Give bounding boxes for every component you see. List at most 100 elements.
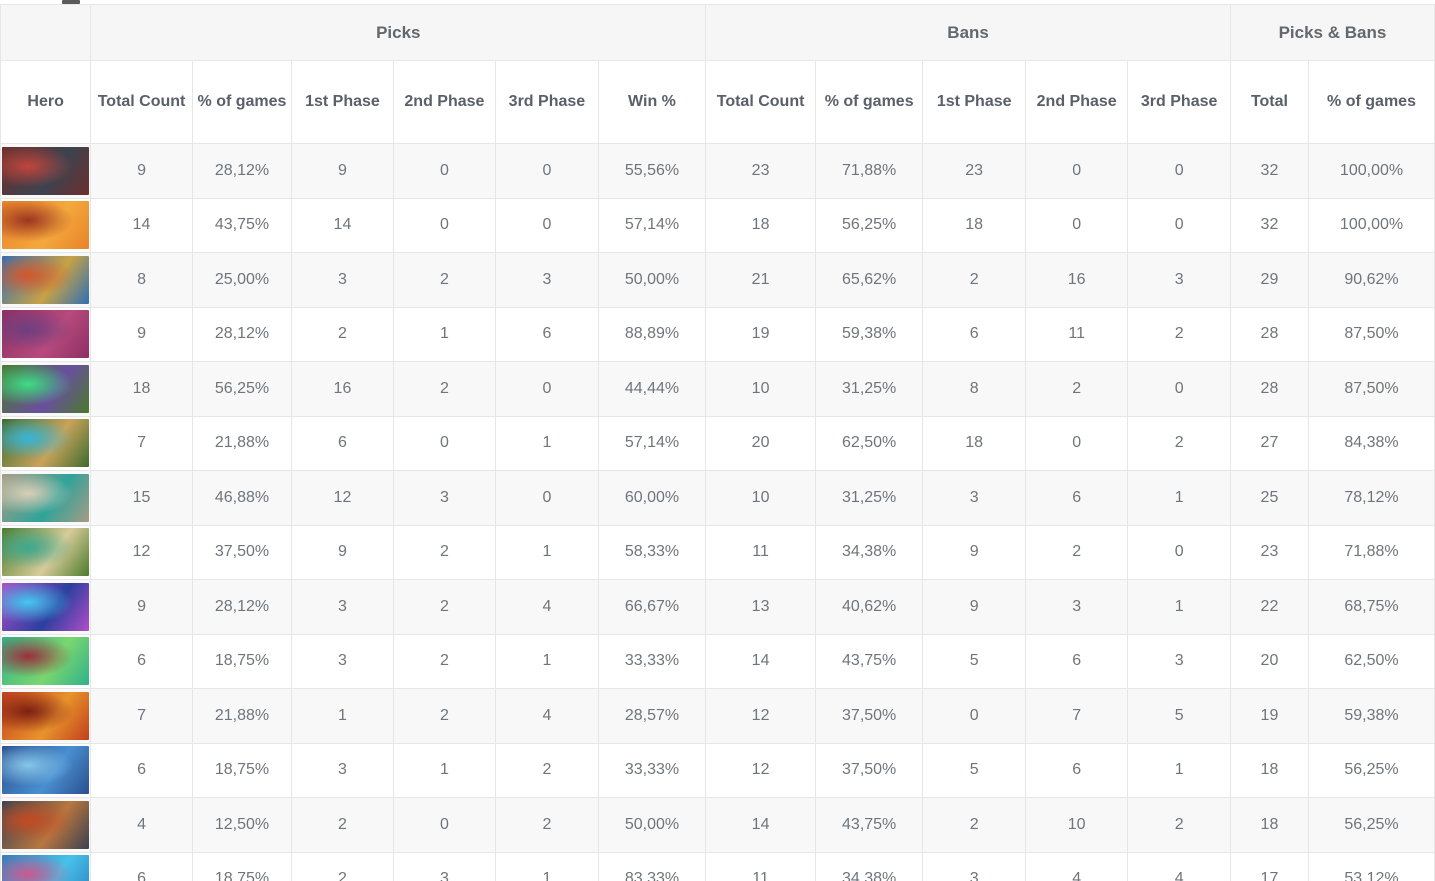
column-header-bans-1st-phase[interactable]: 1st Phase xyxy=(922,60,1026,144)
hero-cell[interactable] xyxy=(0,797,92,853)
cell-b_ph1: 9 xyxy=(922,524,1026,580)
hero-cell[interactable] xyxy=(0,415,92,471)
table-row[interactable]: 12 37,50% 9 2 1 58,33% 11 34,38% 9 2 0 23 71,88% xyxy=(0,524,1435,580)
hero-cell[interactable] xyxy=(0,252,92,308)
cell-p_ph1: 3 xyxy=(291,252,394,308)
table-row[interactable]: 4 12,50% 2 0 2 50,00% 14 43,75% 2 10 2 18 56,25% xyxy=(0,797,1435,853)
column-header-picks-1st-phase[interactable]: 1st Phase xyxy=(291,60,394,144)
cell-b_total: 10 xyxy=(705,470,816,526)
cell-b_total: 13 xyxy=(705,579,816,635)
column-header-bans-pct-of-games[interactable]: % of games xyxy=(814,60,924,144)
cell-b_ph1: 5 xyxy=(922,633,1026,689)
cell-pb_total: 32 xyxy=(1229,197,1310,253)
column-header-bans-total-count[interactable]: Total Count xyxy=(705,60,816,144)
hero-portrait-1-icon[interactable] xyxy=(2,146,89,195)
cell-p_ph3: 6 xyxy=(495,306,599,362)
table-row[interactable]: 7 21,88% 1 2 4 28,57% 12 37,50% 0 7 5 19 59,38% xyxy=(0,688,1435,744)
cell-p_total: 7 xyxy=(90,415,193,471)
hero-cell[interactable] xyxy=(0,143,92,199)
column-header-picks-bans-pct-of-games[interactable]: % of games xyxy=(1308,60,1435,144)
hero-cell[interactable] xyxy=(0,742,92,798)
column-header-picks-pct-of-games[interactable]: % of games xyxy=(191,60,293,144)
table-row[interactable]: 14 43,75% 14 0 0 57,14% 18 56,25% 18 0 0 32 100,00% xyxy=(0,197,1435,253)
cell-p_pct: 37,50% xyxy=(191,524,293,580)
cell-b_ph3: 0 xyxy=(1127,143,1231,199)
hero-portrait-13-icon[interactable] xyxy=(2,800,89,849)
table-row[interactable]: 6 18,75% 3 2 1 33,33% 14 43,75% 5 6 3 20 62,50% xyxy=(0,633,1435,689)
cell-p_ph3: 0 xyxy=(495,143,599,199)
hero-cell[interactable] xyxy=(0,688,92,744)
cell-b_ph1: 2 xyxy=(922,252,1026,308)
hero-portrait-3-icon[interactable] xyxy=(2,255,89,304)
hero-cell[interactable] xyxy=(0,524,92,580)
table-row[interactable]: 15 46,88% 12 3 0 60,00% 10 31,25% 3 6 1 25 78,12% xyxy=(0,470,1435,526)
table-row[interactable]: 9 28,12% 9 0 0 55,56% 23 71,88% 23 0 0 32 100,00% xyxy=(0,143,1435,199)
cell-b_ph2: 10 xyxy=(1024,797,1129,853)
column-header-picks-bans-total[interactable]: Total xyxy=(1229,60,1310,144)
hero-portrait-14-icon[interactable] xyxy=(2,855,89,881)
column-header-bans-3rd-phase[interactable]: 3rd Phase xyxy=(1127,60,1231,144)
cell-pb_pct: 78,12% xyxy=(1308,470,1435,526)
cell-win_pct: 28,57% xyxy=(597,688,707,744)
hero-portrait-2-icon[interactable] xyxy=(2,201,89,250)
cell-b_pct: 43,75% xyxy=(814,633,924,689)
table-row[interactable]: 7 21,88% 6 0 1 57,14% 20 62,50% 18 0 2 27 84,38% xyxy=(0,415,1435,471)
hero-portrait-10-icon[interactable] xyxy=(2,637,89,686)
cell-b_ph2: 2 xyxy=(1024,361,1129,417)
table-row[interactable]: 18 56,25% 16 2 0 44,44% 10 31,25% 8 2 0 28 87,50% xyxy=(0,361,1435,417)
cell-b_total: 12 xyxy=(705,688,816,744)
hero-cell[interactable] xyxy=(0,579,92,635)
cell-p_ph1: 16 xyxy=(291,361,394,417)
hero-cell[interactable] xyxy=(0,361,92,417)
hero-portrait-4-icon[interactable] xyxy=(2,310,89,359)
table-row[interactable]: 6 18,75% 3 1 2 33,33% 12 37,50% 5 6 1 18 56,25% xyxy=(0,742,1435,798)
cell-p_ph3: 0 xyxy=(495,361,599,417)
hero-portrait-12-icon[interactable] xyxy=(2,746,89,795)
cell-b_pct: 56,25% xyxy=(814,197,924,253)
cell-b_pct: 40,62% xyxy=(814,579,924,635)
cell-p_ph2: 1 xyxy=(392,306,497,362)
cell-p_pct: 28,12% xyxy=(191,579,293,635)
hero-cell[interactable] xyxy=(0,470,92,526)
column-header-picks-3rd-phase[interactable]: 3rd Phase xyxy=(495,60,599,144)
cell-p_total: 18 xyxy=(90,361,193,417)
hero-portrait-9-icon[interactable] xyxy=(2,582,89,631)
cell-p_ph2: 3 xyxy=(392,851,497,881)
hero-portrait-6-icon[interactable] xyxy=(2,419,89,468)
table-row[interactable]: 6 18,75% 2 3 1 83,33% 11 34,38% 3 4 4 17 53,12% xyxy=(0,851,1435,881)
hero-cell[interactable] xyxy=(0,633,92,689)
cell-p_ph3: 1 xyxy=(495,415,599,471)
cell-p_ph3: 1 xyxy=(495,524,599,580)
column-header-hero[interactable]: Hero xyxy=(0,60,92,144)
hero-cell[interactable] xyxy=(0,851,92,881)
hero-portrait-7-icon[interactable] xyxy=(2,473,89,522)
cell-b_pct: 31,25% xyxy=(814,361,924,417)
hero-portrait-11-icon[interactable] xyxy=(2,691,89,740)
cell-p_ph1: 9 xyxy=(291,143,394,199)
table-row[interactable]: 9 28,12% 2 1 6 88,89% 19 59,38% 6 11 2 28 87,50% xyxy=(0,306,1435,362)
cell-win_pct: 66,67% xyxy=(597,579,707,635)
column-header-win-pct[interactable]: Win % xyxy=(597,60,707,144)
column-header-picks-total-count[interactable]: Total Count xyxy=(90,60,193,144)
table-row[interactable]: 9 28,12% 3 2 4 66,67% 13 40,62% 9 3 1 22 68,75% xyxy=(0,579,1435,635)
cell-p_ph1: 3 xyxy=(291,633,394,689)
cell-p_pct: 43,75% xyxy=(191,197,293,253)
cell-b_total: 14 xyxy=(705,797,816,853)
hero-portrait-8-icon[interactable] xyxy=(2,528,89,577)
cutoff-element-sliver xyxy=(62,0,80,4)
column-header-picks-2nd-phase[interactable]: 2nd Phase xyxy=(392,60,497,144)
cell-b_pct: 71,88% xyxy=(814,143,924,199)
hero-cell[interactable] xyxy=(0,197,92,253)
cell-b_total: 18 xyxy=(705,197,816,253)
cell-b_ph3: 1 xyxy=(1127,579,1231,635)
table-row[interactable]: 8 25,00% 3 2 3 50,00% 21 65,62% 2 16 3 29 90,62% xyxy=(0,252,1435,308)
cell-win_pct: 57,14% xyxy=(597,415,707,471)
cell-p_pct: 21,88% xyxy=(191,688,293,744)
cell-p_ph2: 2 xyxy=(392,361,497,417)
hero-portrait-5-icon[interactable] xyxy=(2,364,89,413)
hero-cell[interactable] xyxy=(0,306,92,362)
column-header-bans-2nd-phase[interactable]: 2nd Phase xyxy=(1024,60,1129,144)
cell-b_ph1: 3 xyxy=(922,851,1026,881)
cell-p_ph2: 0 xyxy=(392,415,497,471)
cell-p_ph2: 2 xyxy=(392,579,497,635)
